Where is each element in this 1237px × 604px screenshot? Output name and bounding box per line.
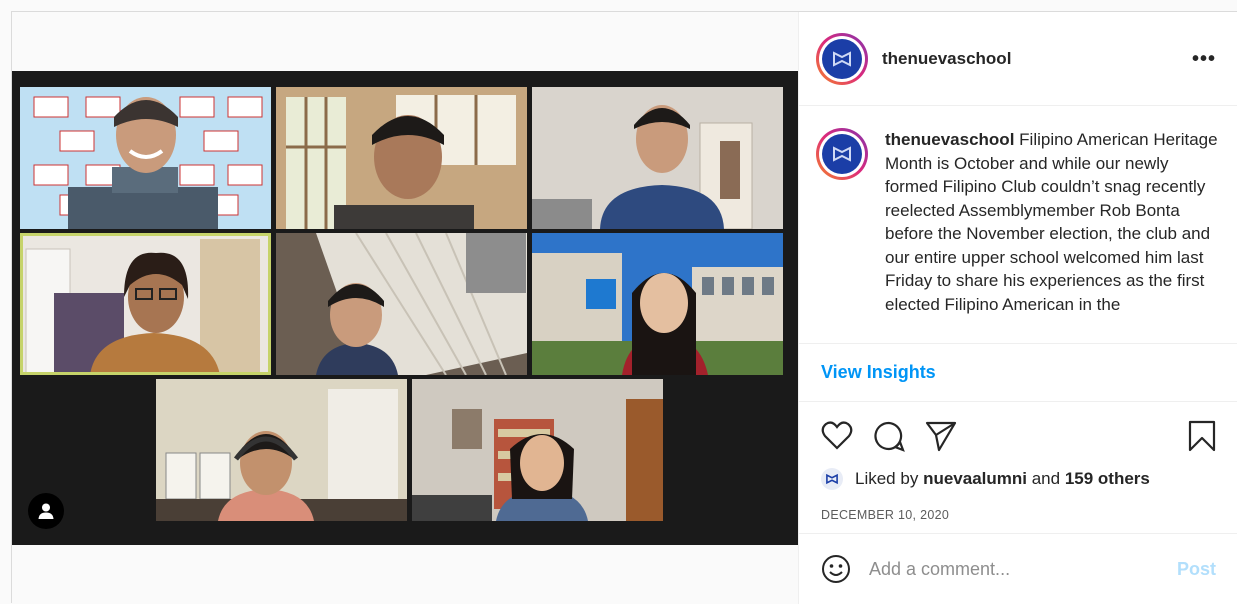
post-date[interactable]: DECEMBER 10, 2020 — [799, 496, 1237, 534]
likes-and: and — [1031, 469, 1061, 488]
school-logo-icon — [833, 146, 851, 162]
post-media[interactable] — [12, 12, 798, 604]
more-dots-icon[interactable]: ••• — [1192, 48, 1216, 71]
view-insights-link[interactable]: View Insights — [799, 344, 1237, 402]
likes-summary: Liked by nuevaalumni and 159 others — [799, 462, 1237, 496]
school-logo-icon — [826, 473, 838, 485]
zoom-gallery-screenshot — [12, 71, 798, 545]
bookmark-icon[interactable] — [1188, 420, 1216, 452]
school-logo-icon — [833, 50, 851, 67]
likes-prefix: Liked by — [855, 469, 919, 488]
post-side-panel: thenuevaschool ••• thenuevaschool Filipi… — [798, 12, 1237, 604]
person-icon — [38, 503, 54, 519]
avatar[interactable] — [816, 32, 868, 85]
post-username[interactable]: thenuevaschool — [882, 49, 1011, 69]
participant-button[interactable] — [28, 493, 64, 529]
action-bar — [799, 402, 1237, 462]
video-tile-bedroom — [532, 87, 783, 229]
comment-bubble-icon[interactable] — [873, 420, 905, 452]
video-tile-window-room — [276, 87, 527, 229]
video-tile-flag-background — [20, 87, 271, 229]
smiley-icon[interactable] — [821, 554, 851, 584]
instagram-post: thenuevaschool ••• thenuevaschool Filipi… — [11, 11, 1237, 604]
comment-box: Add a comment... Post — [799, 534, 1237, 604]
video-tile-shelves-room — [412, 379, 663, 521]
liker-username[interactable]: nuevaalumni — [923, 469, 1027, 489]
caption-body: Filipino American Heritage Month is Octo… — [885, 130, 1218, 314]
video-tile-slanted-ceiling — [276, 233, 527, 375]
likes-count-link[interactable]: 159 others — [1065, 469, 1150, 489]
heart-icon[interactable] — [821, 420, 853, 450]
caption-username[interactable]: thenuevaschool — [885, 130, 1014, 149]
post-caption: thenuevaschool Filipino American Heritag… — [799, 106, 1237, 344]
video-tile-study-room — [156, 379, 407, 521]
caption-avatar[interactable] — [816, 128, 868, 180]
video-tile-school-building — [532, 233, 783, 375]
paper-plane-icon[interactable] — [925, 420, 957, 452]
post-comment-button[interactable]: Post — [1177, 559, 1216, 580]
video-tile-active-speaker — [20, 233, 271, 375]
comment-input[interactable]: Add a comment... — [869, 559, 1010, 580]
caption-text: thenuevaschool Filipino American Heritag… — [885, 128, 1224, 343]
post-header: thenuevaschool ••• — [799, 12, 1237, 106]
liker-avatar[interactable] — [821, 468, 843, 490]
